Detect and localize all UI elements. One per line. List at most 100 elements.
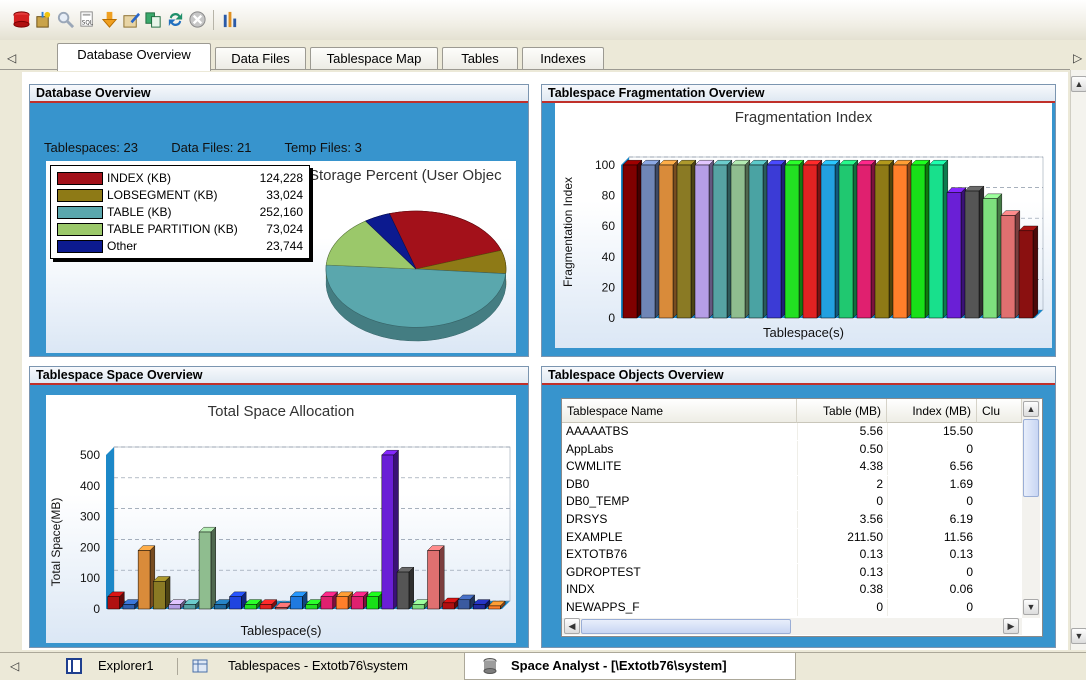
fragmentation-panel: Tablespace Fragmentation Overview 0 20 40 6… — [541, 84, 1056, 357]
edit-icon[interactable] — [122, 10, 141, 29]
bar — [350, 591, 369, 610]
table-row[interactable]: NEWAPPS_F 0 0 — [562, 599, 1022, 616]
page-scroll-up-button[interactable]: ▲ — [1071, 76, 1086, 92]
table-row[interactable]: EXAMPLE 211.50 11.56 — [562, 528, 1022, 546]
bar — [748, 159, 769, 319]
arrow-down-icon[interactable] — [100, 10, 119, 29]
bar — [784, 159, 805, 319]
bar — [320, 591, 339, 610]
window-tabs-left-button[interactable]: ◁ — [10, 659, 19, 673]
window-tab-label: Space Analyst - [\Extotb76\system] — [511, 658, 727, 673]
space-chart-title: Total Space Allocation — [207, 403, 355, 420]
legend-swatch — [57, 172, 103, 185]
panel-title: Database Overview — [30, 85, 528, 103]
legend-item: INDEX (KB) 124,228 — [57, 170, 303, 186]
y-tick-label: 80 — [602, 189, 616, 203]
bar — [730, 159, 751, 319]
table-row[interactable]: DB0 2 1.69 — [562, 475, 1022, 493]
table-row[interactable]: AppLabs 0.50 0 — [562, 440, 1022, 458]
tab-scroll-left-button[interactable]: ◁ — [7, 51, 16, 65]
bar — [766, 159, 787, 319]
legend-value: 73,024 — [266, 222, 303, 236]
explorer-window-icon — [66, 658, 82, 674]
table-row[interactable]: DRSYS 3.56 6.19 — [562, 511, 1022, 528]
scroll-left-button[interactable]: ◀ — [564, 618, 580, 634]
tab-database-overview[interactable]: Database Overview — [57, 43, 211, 71]
y-tick-label: 100 — [595, 158, 615, 172]
table-row[interactable]: CWMLITE 4.38 6.56 — [562, 458, 1022, 476]
tab-tables[interactable]: Tables — [442, 47, 518, 70]
table-row[interactable]: AAAAATBS 5.56 15.50 — [562, 423, 1022, 440]
col-header-table-mb[interactable]: Table (MB) — [797, 399, 887, 423]
cell-tablespace-name: EXTOTB76 — [566, 547, 628, 562]
search-icon[interactable] — [56, 10, 75, 29]
scroll-right-button[interactable]: ▶ — [1003, 618, 1019, 634]
analyze-icon[interactable] — [220, 10, 239, 29]
objects-grid[interactable]: Tablespace Name Table (MB) Index (MB) Cl… — [561, 398, 1043, 637]
table-row[interactable]: DB0_TEMP 0 0 — [562, 493, 1022, 511]
wizard-icon[interactable] — [34, 10, 53, 29]
scroll-thumb[interactable] — [1023, 419, 1039, 497]
scroll-up-button[interactable]: ▲ — [1023, 401, 1039, 417]
database-overview-panel: Database Overview Tablespaces: 23 Storag… — [29, 84, 529, 357]
bar — [676, 159, 697, 319]
window-tab-space-analyst[interactable]: Space Analyst - [\Extotb76\system] — [464, 653, 796, 680]
space-analyst-window-icon — [483, 658, 497, 674]
legend-label: TABLE PARTITION (KB) — [107, 222, 238, 236]
table-row[interactable]: GDROPTEST 0.13 0 — [562, 563, 1022, 581]
table-row[interactable]: EXTOTB76 0.13 0.13 — [562, 546, 1022, 564]
grid-vertical-scrollbar[interactable]: ▲ ▼ — [1022, 399, 1040, 618]
legend-swatch — [57, 240, 103, 253]
cell-tablespace-name: EXAMPLE — [566, 529, 623, 544]
cell-table-mb: 211.50 — [797, 528, 887, 546]
space-xlabel: Tablespace(s) — [240, 623, 322, 638]
tab-indexes[interactable]: Indexes — [522, 47, 604, 70]
database-icon[interactable] — [12, 10, 31, 29]
legend-label: INDEX (KB) — [107, 171, 172, 185]
datafiles-label: Data Files: — [171, 140, 234, 155]
tab-separator — [177, 658, 178, 675]
y-tick-label: 400 — [80, 479, 100, 493]
storage-legend: INDEX (KB) 124,228 LOBSEGMENT (KB) 33,024 TA… — [50, 165, 310, 259]
cell-table-mb: 5.56 — [797, 423, 887, 440]
space-overview-panel: Tablespace Space Overview 0 100 200 300 400 5… — [29, 366, 529, 648]
stop-icon[interactable] — [188, 10, 207, 29]
bar — [964, 185, 985, 319]
tab-data-files[interactable]: Data Files — [215, 47, 306, 70]
col-header-index-mb[interactable]: Index (MB) — [887, 399, 977, 423]
bar — [198, 526, 217, 610]
panel-title: Tablespace Objects Overview — [542, 367, 1055, 385]
legend-value: 33,024 — [266, 188, 303, 202]
toolbar-separator — [213, 10, 214, 30]
legend-swatch — [57, 223, 103, 236]
bar — [838, 159, 859, 319]
cell-index-mb: 0 — [887, 563, 977, 581]
hscroll-thumb[interactable] — [581, 619, 791, 634]
cell-index-mb: 11.56 — [887, 528, 977, 546]
legend-label: LOBSEGMENT (KB) — [107, 188, 218, 202]
cell-index-mb: 15.50 — [887, 423, 977, 440]
copy-icon[interactable] — [144, 10, 163, 29]
window-tab-explorer[interactable]: Explorer1 — [64, 655, 170, 677]
objects-panel: Tablespace Objects Overview Tablespace N… — [541, 366, 1056, 648]
legend-item: TABLE PARTITION (KB) 73,024 — [57, 221, 303, 237]
y-tick-label: 100 — [80, 571, 100, 585]
refresh-icon[interactable] — [166, 10, 185, 29]
bar — [396, 566, 415, 610]
cell-index-mb: 1.69 — [887, 475, 977, 493]
window-tab-tablespaces[interactable]: Tablespaces - Extotb76\system — [190, 655, 455, 677]
table-row[interactable]: INDX 0.38 0.06 — [562, 581, 1022, 599]
grid-body: AAAAATBS 5.56 15.50 AppLabs 0.50 0 CWMLITE 4.38… — [562, 423, 1022, 618]
page-scroll-down-button[interactable]: ▼ — [1071, 628, 1086, 644]
cell-tablespace-name: DB0_TEMP — [566, 494, 630, 509]
tab-tablespace-map[interactable]: Tablespace Map — [310, 47, 438, 70]
col-header-clu[interactable]: Clu — [977, 399, 1022, 423]
scroll-down-button[interactable]: ▼ — [1023, 599, 1039, 615]
grid-horizontal-scrollbar[interactable]: ◀ ▶ — [562, 618, 1022, 635]
cell-table-mb: 0 — [797, 599, 887, 616]
page-vertical-scrollbar[interactable]: ▲ ▼ — [1070, 70, 1086, 650]
y-tick-label: 40 — [602, 250, 616, 264]
tab-scroll-right-button[interactable]: ▷ — [1073, 51, 1082, 65]
col-header-tablespace-name[interactable]: Tablespace Name — [562, 399, 797, 423]
sql-icon[interactable]: SQL — [78, 10, 97, 29]
